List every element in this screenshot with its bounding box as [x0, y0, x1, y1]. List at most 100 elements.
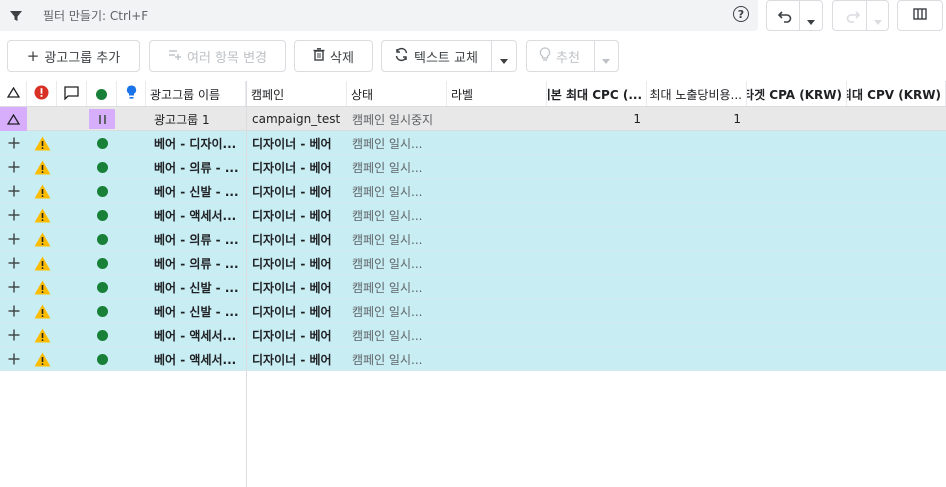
header-comment-cell[interactable]: [57, 81, 87, 106]
enabled-status-cell[interactable]: [87, 299, 117, 323]
table-row[interactable]: 베어 - 신발 - ... 디자이너 - 베어 캠페인 일시...: [0, 299, 946, 323]
new-row-plus-icon[interactable]: [0, 131, 27, 155]
pause-status-cell[interactable]: [87, 107, 117, 131]
new-row-plus-icon[interactable]: [0, 275, 27, 299]
redo-icon[interactable]: [845, 8, 861, 27]
adgroup-name-cell[interactable]: 베어 - 액세서...: [150, 203, 246, 227]
warning-icon[interactable]: [27, 299, 57, 323]
status-cell[interactable]: 캠페인 일시...: [348, 299, 447, 323]
enabled-dot-icon[interactable]: [96, 329, 108, 341]
suggestion-bulb-icon[interactable]: [126, 85, 137, 103]
enabled-dot-icon[interactable]: [96, 281, 108, 293]
header-adgroup-name[interactable]: 광고그룹 이름: [146, 81, 246, 106]
warning-icon[interactable]: [27, 347, 57, 371]
adgroup-name-cell[interactable]: 베어 - 의류 - ...: [150, 155, 246, 179]
header-sort-cell[interactable]: [0, 81, 27, 106]
pause-icon[interactable]: [89, 109, 115, 129]
header-campaign[interactable]: 캠페인: [247, 81, 347, 106]
adgroup-name-cell[interactable]: 베어 - 의류 - ...: [150, 251, 246, 275]
campaign-cell[interactable]: 디자이너 - 베어: [248, 227, 347, 251]
campaign-cell[interactable]: 디자이너 - 베어: [248, 299, 347, 323]
header-status[interactable]: 상태: [347, 81, 447, 106]
warning-icon[interactable]: [27, 203, 57, 227]
status-cell[interactable]: 캠페인 일시...: [348, 275, 447, 299]
table-row[interactable]: 베어 - 디자이... 디자이너 - 베어 캠페인 일시...: [0, 131, 946, 155]
campaign-cell[interactable]: 디자이너 - 베어: [248, 203, 347, 227]
enabled-status-cell[interactable]: [87, 203, 117, 227]
new-row-plus-icon[interactable]: [0, 155, 27, 179]
redo-dropdown-icon[interactable]: [874, 14, 882, 28]
header-label[interactable]: 라벨: [447, 81, 547, 106]
status-cell[interactable]: 캠페인 일시...: [348, 155, 447, 179]
header-max-cpv[interactable]: 최대 CPV (KRW): [847, 81, 946, 106]
adgroup-name-cell[interactable]: 광고그룹 1: [150, 107, 246, 131]
status-cell[interactable]: 캠페인 일시...: [348, 227, 447, 251]
enabled-dot-icon[interactable]: [96, 257, 108, 269]
new-row-plus-icon[interactable]: [0, 179, 27, 203]
new-row-plus-icon[interactable]: [0, 299, 27, 323]
campaign-cell[interactable]: 디자이너 - 베어: [248, 155, 347, 179]
enabled-status-cell[interactable]: [87, 179, 117, 203]
new-row-plus-icon[interactable]: [0, 251, 27, 275]
header-max-cpm[interactable]: 최대 노출당비용...: [647, 81, 747, 106]
status-cell[interactable]: 캠페인 일시...: [348, 131, 447, 155]
adgroup-name-cell[interactable]: 베어 - 신발 - ...: [150, 299, 246, 323]
campaign-cell[interactable]: 디자이너 - 베어: [248, 179, 347, 203]
enabled-dot-icon[interactable]: [96, 209, 108, 221]
status-dot-icon[interactable]: [96, 88, 107, 100]
adgroup-name-cell[interactable]: 베어 - 의류 - ...: [150, 227, 246, 251]
header-target-cpa[interactable]: 타겟 CPA (KRW): [747, 81, 847, 106]
replace-text-button[interactable]: 텍스트 교체: [381, 40, 517, 72]
enabled-status-cell[interactable]: [87, 155, 117, 179]
enabled-dot-icon[interactable]: [96, 161, 108, 173]
status-cell[interactable]: 캠페인 일시...: [348, 323, 447, 347]
table-row[interactable]: 베어 - 액세서... 디자이너 - 베어 캠페인 일시...: [0, 203, 946, 227]
table-row-selected[interactable]: 광고그룹 1 campaign_test 캠페인 일시중지 1 1: [0, 107, 946, 131]
filter-input[interactable]: 필터 만들기: Ctrl+F: [43, 7, 148, 24]
undo-icon[interactable]: [777, 8, 793, 27]
campaign-cell[interactable]: 디자이너 - 베어: [248, 323, 347, 347]
campaign-cell[interactable]: 디자이너 - 베어: [248, 275, 347, 299]
table-row[interactable]: 베어 - 의류 - ... 디자이너 - 베어 캠페인 일시...: [0, 251, 946, 275]
warning-icon[interactable]: [27, 251, 57, 275]
undo-split-button[interactable]: [766, 0, 823, 31]
adgroup-name-cell[interactable]: 베어 - 디자이...: [150, 131, 246, 155]
add-adgroup-button[interactable]: + 광고그룹 추가: [7, 40, 140, 72]
delete-button[interactable]: 삭제: [294, 40, 373, 72]
enabled-status-cell[interactable]: [87, 131, 117, 155]
help-circle-icon[interactable]: ?: [733, 6, 749, 22]
adgroup-name-cell[interactable]: 베어 - 액세서...: [150, 323, 246, 347]
recommend-dropdown-icon[interactable]: [602, 53, 610, 67]
warning-icon[interactable]: [27, 131, 57, 155]
header-suggestion-cell[interactable]: [117, 81, 146, 106]
new-row-plus-icon[interactable]: [0, 227, 27, 251]
enabled-status-cell[interactable]: [87, 251, 117, 275]
error-icon[interactable]: [34, 85, 49, 103]
table-row[interactable]: 베어 - 의류 - ... 디자이너 - 베어 캠페인 일시...: [0, 227, 946, 251]
row-select-cell[interactable]: [0, 107, 27, 131]
table-row[interactable]: 베어 - 액세서... 디자이너 - 베어 캠페인 일시...: [0, 347, 946, 371]
header-status-cell[interactable]: [87, 81, 117, 106]
max-cpm-cell[interactable]: 1: [647, 107, 747, 131]
enabled-dot-icon[interactable]: [96, 137, 108, 149]
new-row-plus-icon[interactable]: [0, 203, 27, 227]
warning-icon[interactable]: [27, 275, 57, 299]
undo-dropdown-icon[interactable]: [807, 14, 815, 28]
campaign-cell[interactable]: campaign_test: [248, 107, 347, 131]
table-row[interactable]: 베어 - 의류 - ... 디자이너 - 베어 캠페인 일시...: [0, 155, 946, 179]
warning-icon[interactable]: [27, 179, 57, 203]
campaign-cell[interactable]: 디자이너 - 베어: [248, 251, 347, 275]
enabled-dot-icon[interactable]: [96, 233, 108, 245]
warning-icon[interactable]: [27, 227, 57, 251]
adgroup-name-cell[interactable]: 베어 - 액세서...: [150, 347, 246, 371]
enabled-status-cell[interactable]: [87, 347, 117, 371]
status-cell[interactable]: 캠페인 일시...: [348, 179, 447, 203]
new-row-plus-icon[interactable]: [0, 323, 27, 347]
redo-split-button[interactable]: [832, 0, 889, 31]
edit-multiple-button[interactable]: 여러 항목 변경: [149, 40, 286, 72]
enabled-status-cell[interactable]: [87, 323, 117, 347]
campaign-cell[interactable]: 디자이너 - 베어: [248, 347, 347, 371]
enabled-dot-icon[interactable]: [96, 353, 108, 365]
status-cell[interactable]: 캠페인 일시중지: [348, 107, 447, 131]
table-row[interactable]: 베어 - 신발 - ... 디자이너 - 베어 캠페인 일시...: [0, 179, 946, 203]
